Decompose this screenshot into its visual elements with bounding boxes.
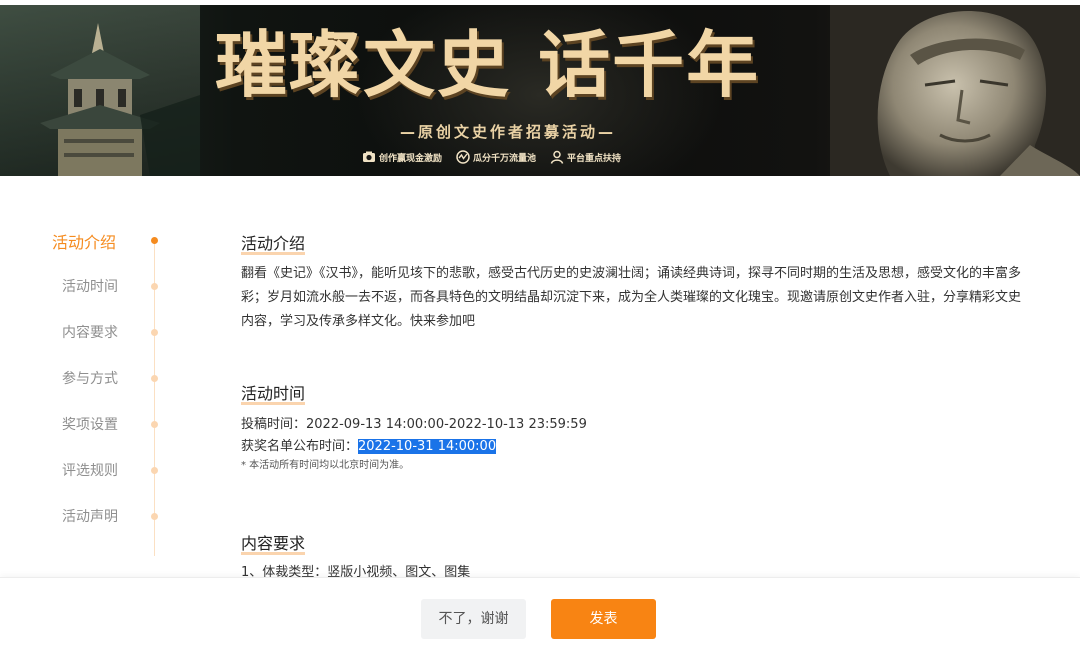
terracotta-warrior-art [830,5,1080,176]
submit-time-line: 投稿时间：2022-09-13 14:00:00-2022-10-13 23:5… [241,414,1031,436]
time-note: * 本活动所有时间均以北京时间为准。 [241,460,410,471]
nav-dot [151,513,158,520]
nav-item-label: 参与方式 [62,371,118,387]
nav-item-label: 活动介绍 [51,233,116,252]
content-area[interactable]: 活动介绍 翻看《史记》《汉书》，能听见垓下的悲歌，感受古代历史的史波澜壮阔；诵读… [241,228,1031,578]
submit-time-label: 投稿时间： [241,417,307,432]
side-nav: 活动介绍 活动时间 内容要求 参与方式 奖项设置 评选规则 活动声明 [0,218,170,558]
banner-title: 璀璨文史 话千年 [215,22,761,107]
nav-item-time[interactable]: 活动时间 [0,264,170,310]
nav-item-label: 内容要求 [62,325,118,341]
section-time: 活动时间 投稿时间：2022-09-13 14:00:00-2022-10-13… [241,380,1031,474]
camera-icon [363,151,375,162]
announce-time-value[interactable]: 2022-10-31 14:00:00 [358,439,497,454]
section-title-requirements: 内容要求 [241,530,306,556]
announce-time-label: 获奖名单公布时间： [241,439,359,454]
badge-cash-label: 创作赢现金激励 [379,153,443,164]
badge-cash: 创作赢现金激励 [362,150,442,164]
nav-item-rules[interactable]: 评选规则 [0,448,170,494]
banner-badges: 创作赢现金激励 瓜分千万流量池 平台重点扶持 [362,148,621,166]
section-requirements: 内容要求 1、体裁类型：竖版小视频、图文、图集 [241,530,1031,578]
badge-support: 平台重点扶持 [550,150,621,164]
pagoda-art [0,5,200,176]
nav-dot [151,329,158,336]
nav-item-label: 奖项设置 [62,417,118,433]
user-icon [550,150,564,164]
announce-time-line: 获奖名单公布时间：2022-10-31 14:00:00 [241,436,1031,458]
requirement-item: 1、体裁类型：竖版小视频、图文、图集 [241,565,471,578]
section-intro: 活动介绍 翻看《史记》《汉书》，能听见垓下的悲歌，感受古代历史的史波澜壮阔；诵读… [241,230,1031,334]
submit-time-value: 2022-09-13 14:00:00-2022-10-13 23:59:59 [306,417,587,432]
nav-item-awards[interactable]: 奖项设置 [0,402,170,448]
nav-dot-active [151,237,158,244]
traffic-icon [456,150,470,164]
section-title-time: 活动时间 [241,380,306,406]
intro-text: 翻看《史记》《汉书》，能听见垓下的悲歌，感受古代历史的史波澜壮阔；诵读经典诗词，… [241,266,1022,329]
banner-subtitle: —原创文史作者招募活动— [399,123,616,141]
action-bar: 不了，谢谢 发表 [0,577,1080,646]
publish-button[interactable]: 发表 [551,599,656,639]
badge-support-label: 平台重点扶持 [567,153,622,164]
nav-dot [151,467,158,474]
badge-traffic: 瓜分千万流量池 [456,150,536,164]
nav-dot [151,421,158,428]
nav-item-label: 评选规则 [62,463,118,479]
badge-traffic-label: 瓜分千万流量池 [473,153,537,164]
nav-dot [151,375,158,382]
nav-item-participation[interactable]: 参与方式 [0,356,170,402]
nav-item-label: 活动声明 [62,509,118,525]
nav-item-requirements[interactable]: 内容要求 [0,310,170,356]
nav-item-intro[interactable]: 活动介绍 [0,218,170,264]
nav-dot [151,283,158,290]
nav-item-label: 活动时间 [62,279,118,295]
cancel-button[interactable]: 不了，谢谢 [421,599,526,639]
nav-item-statement[interactable]: 活动声明 [0,494,170,540]
section-title-intro: 活动介绍 [241,230,306,256]
banner: 璀璨文史 话千年 —原创文史作者招募活动— 创作赢现金激励 瓜分千万流量池 平台… [0,5,1080,176]
